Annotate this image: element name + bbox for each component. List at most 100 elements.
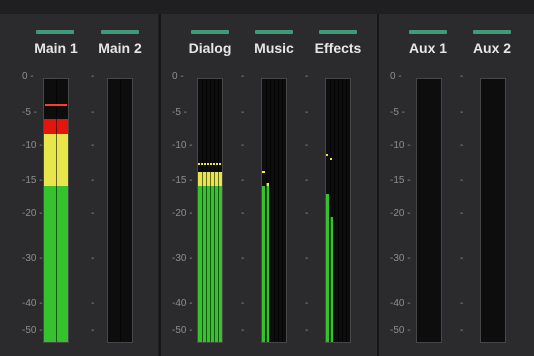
channel-label-music: Music bbox=[254, 40, 294, 56]
scale-tick-mark: - bbox=[305, 140, 309, 151]
audio-meters-window: Main 1 Main 2 Dialog Music Effects Aux 1… bbox=[0, 0, 534, 356]
channel-label-main-2: Main 2 bbox=[98, 40, 142, 56]
meter-effects bbox=[325, 78, 351, 343]
scale-tick-mark: - bbox=[460, 107, 464, 118]
channel-tab-main-1[interactable] bbox=[36, 30, 74, 34]
scale-tick-label: -5 - bbox=[172, 107, 187, 118]
peak-hold-dot bbox=[216, 163, 218, 166]
scale-tick-label: -30 - bbox=[172, 253, 193, 264]
scale-tick-label: -5 - bbox=[22, 107, 37, 118]
scale-tick-label: -10 - bbox=[390, 140, 411, 151]
scale-tick-label: -15 - bbox=[172, 175, 193, 186]
meter-channel-divider bbox=[342, 79, 343, 342]
scale-tick-label: -30 - bbox=[22, 253, 43, 264]
channel-tab-main-2[interactable] bbox=[101, 30, 139, 34]
channel-tab-music[interactable] bbox=[255, 30, 293, 34]
meter-aux-2 bbox=[480, 78, 506, 343]
meter-channel-divider bbox=[338, 79, 339, 342]
scale-tick-mark: - bbox=[460, 71, 464, 82]
scale-tick-mark: - bbox=[91, 140, 95, 151]
scale-tick-mark: - bbox=[91, 325, 95, 336]
scale-tick-label: -20 - bbox=[390, 208, 411, 219]
scale-tick-label: 0 - bbox=[390, 71, 402, 82]
scale-tick-mark: - bbox=[91, 208, 95, 219]
scale-tick-label: -15 - bbox=[22, 175, 43, 186]
meter-channel-divider bbox=[120, 79, 121, 342]
scale-tick-mark: - bbox=[460, 208, 464, 219]
scale-tick-mark: - bbox=[305, 208, 309, 219]
scale-tick-mark: - bbox=[460, 253, 464, 264]
scale-tick-mark: - bbox=[91, 253, 95, 264]
meter-channel-divider bbox=[210, 79, 211, 342]
peak-hold-line bbox=[330, 158, 332, 161]
peak-hold-line bbox=[326, 154, 328, 156]
channel-tab-aux-1[interactable] bbox=[409, 30, 447, 34]
scale-tick-label: -30 - bbox=[390, 253, 411, 264]
scale-tick-mark: - bbox=[241, 140, 245, 151]
channel-label-aux-1: Aux 1 bbox=[408, 40, 448, 56]
meter-channel-divider bbox=[218, 79, 219, 342]
scale-tick-label: -40 - bbox=[172, 298, 193, 309]
meter-channel-divider bbox=[278, 79, 279, 342]
meter-main-2 bbox=[107, 78, 133, 343]
scale-tick-label: -20 - bbox=[22, 208, 43, 219]
channel-label-dialog: Dialog bbox=[188, 40, 232, 56]
meter-aux-1 bbox=[416, 78, 442, 343]
peak-hold-dot bbox=[219, 163, 221, 166]
peak-hold-dot bbox=[210, 163, 212, 166]
meter-level-green bbox=[326, 193, 329, 342]
scale-tick-label: 0 - bbox=[172, 71, 184, 82]
scale-tick-mark: - bbox=[460, 298, 464, 309]
meter-channel-divider bbox=[266, 79, 267, 342]
peak-hold-dot bbox=[204, 163, 206, 166]
channel-label-aux-2: Aux 2 bbox=[472, 40, 512, 56]
peak-hold-dot bbox=[207, 163, 209, 166]
channel-label-effects: Effects bbox=[314, 40, 362, 56]
scale-tick-mark: - bbox=[305, 175, 309, 186]
scale-tick-mark: - bbox=[241, 325, 245, 336]
peak-hold-dot bbox=[198, 163, 200, 166]
meter-channel-divider bbox=[274, 79, 275, 342]
meter-channel-divider bbox=[334, 79, 335, 342]
scale-tick-mark: - bbox=[91, 298, 95, 309]
scale-tick-mark: - bbox=[241, 208, 245, 219]
scale-tick-mark: - bbox=[91, 71, 95, 82]
scale-tick-mark: - bbox=[305, 298, 309, 309]
scale-tick-mark: - bbox=[305, 325, 309, 336]
scale-tick-label: -50 - bbox=[390, 325, 411, 336]
meter-dialog bbox=[197, 78, 223, 343]
meter-level-green bbox=[262, 185, 265, 342]
scale-tick-label: -5 - bbox=[390, 107, 405, 118]
scale-tick-mark: - bbox=[460, 140, 464, 151]
meter-channel-divider bbox=[202, 79, 203, 342]
meter-channel-divider bbox=[282, 79, 283, 342]
peak-hold-dot bbox=[201, 163, 203, 166]
scale-tick-mark: - bbox=[460, 325, 464, 336]
scale-tick-label: -40 - bbox=[390, 298, 411, 309]
meter-channel-divider bbox=[346, 79, 347, 342]
scale-tick-label: -20 - bbox=[172, 208, 193, 219]
channel-tab-dialog[interactable] bbox=[191, 30, 229, 34]
scale-tick-mark: - bbox=[305, 71, 309, 82]
channel-tab-aux-2[interactable] bbox=[473, 30, 511, 34]
scale-tick-mark: - bbox=[91, 175, 95, 186]
meter-channel-divider bbox=[206, 79, 207, 342]
scale-tick-mark: - bbox=[241, 253, 245, 264]
scale-tick-mark: - bbox=[305, 107, 309, 118]
peak-hold-line bbox=[45, 103, 67, 106]
scale-tick-label: -50 - bbox=[172, 325, 193, 336]
scale-tick-label: -50 - bbox=[22, 325, 43, 336]
meter-channel-divider bbox=[270, 79, 271, 342]
meter-channel-divider bbox=[214, 79, 215, 342]
scale-tick-label: -15 - bbox=[390, 175, 411, 186]
channel-label-main-1: Main 1 bbox=[34, 40, 78, 56]
meter-main-1 bbox=[43, 78, 69, 343]
scale-tick-label: 0 - bbox=[22, 71, 34, 82]
scale-tick-mark: - bbox=[241, 175, 245, 186]
meter-music bbox=[261, 78, 287, 343]
scale-tick-mark: - bbox=[241, 71, 245, 82]
scale-tick-mark: - bbox=[460, 175, 464, 186]
channel-tab-effects[interactable] bbox=[319, 30, 357, 34]
scale-tick-label: -10 - bbox=[22, 140, 43, 151]
scale-tick-mark: - bbox=[305, 253, 309, 264]
